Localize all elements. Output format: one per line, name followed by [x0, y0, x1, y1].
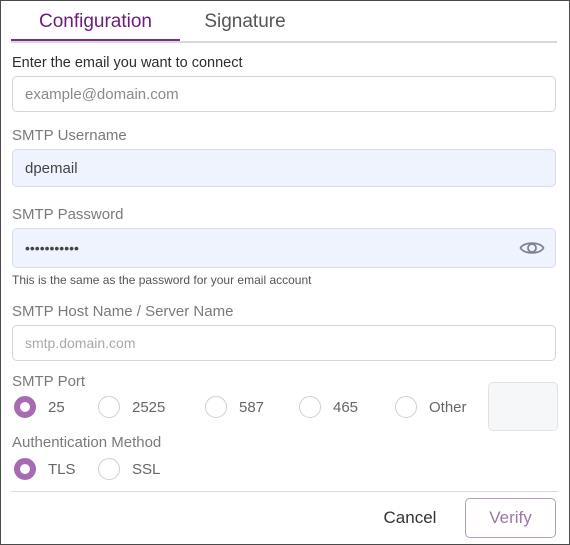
port-radio-2525[interactable]: 2525: [98, 396, 165, 418]
verify-button[interactable]: Verify: [465, 498, 556, 538]
radio-unselected-icon: [98, 396, 120, 418]
tab-configuration[interactable]: Configuration: [11, 1, 180, 41]
email-input[interactable]: example@domain.com: [12, 76, 556, 112]
radio-unselected-icon: [98, 458, 120, 480]
tab-signature[interactable]: Signature: [183, 1, 307, 41]
radio-unselected-icon: [205, 396, 227, 418]
port-radio-label: 2525: [132, 398, 166, 416]
auth-method-label: Authentication Method: [12, 434, 162, 451]
eye-icon[interactable]: [519, 238, 545, 258]
smtp-host-input[interactable]: smtp.domain.com: [12, 325, 556, 361]
cancel-button[interactable]: Cancel: [366, 499, 454, 537]
port-radio-label: 587: [239, 398, 265, 416]
port-radio-25[interactable]: 25: [14, 396, 65, 418]
other-port-input[interactable]: [488, 382, 558, 431]
auth-radio-tls[interactable]: TLS: [14, 458, 76, 480]
smtp-username-label: SMTP Username: [12, 127, 127, 144]
footer-divider: [11, 491, 558, 492]
auth-radio-ssl[interactable]: SSL: [98, 458, 160, 480]
smtp-username-value: dpemail: [25, 159, 78, 177]
auth-radio-label: TLS: [48, 460, 76, 478]
smtp-username-input[interactable]: dpemail: [12, 149, 556, 187]
email-label: Enter the email you want to connect: [12, 55, 243, 71]
active-tab-indicator: [11, 39, 180, 41]
radio-selected-icon: [14, 458, 36, 480]
email-config-dialog: Configuration Signature Enter the email …: [0, 0, 570, 545]
smtp-password-input[interactable]: •••••••••••: [12, 228, 556, 268]
smtp-password-value: •••••••••••: [25, 240, 79, 256]
radio-selected-icon: [14, 396, 36, 418]
smtp-password-label: SMTP Password: [12, 206, 124, 223]
radio-unselected-icon: [299, 396, 321, 418]
password-help-text: This is the same as the password for you…: [12, 273, 312, 287]
port-radio-587[interactable]: 587: [205, 396, 264, 418]
tab-bar: Configuration Signature: [11, 1, 557, 43]
port-radio-label: Other: [429, 398, 467, 416]
smtp-host-label: SMTP Host Name / Server Name: [12, 303, 234, 320]
email-placeholder: example@domain.com: [25, 85, 179, 103]
radio-unselected-icon: [395, 396, 417, 418]
port-radio-465[interactable]: 465: [299, 396, 358, 418]
smtp-host-placeholder: smtp.domain.com: [25, 335, 136, 351]
port-radio-other[interactable]: Other: [395, 396, 467, 418]
auth-radio-label: SSL: [132, 460, 161, 478]
port-radio-label: 25: [48, 398, 65, 416]
smtp-port-label: SMTP Port: [12, 373, 86, 390]
port-radio-label: 465: [333, 398, 359, 416]
